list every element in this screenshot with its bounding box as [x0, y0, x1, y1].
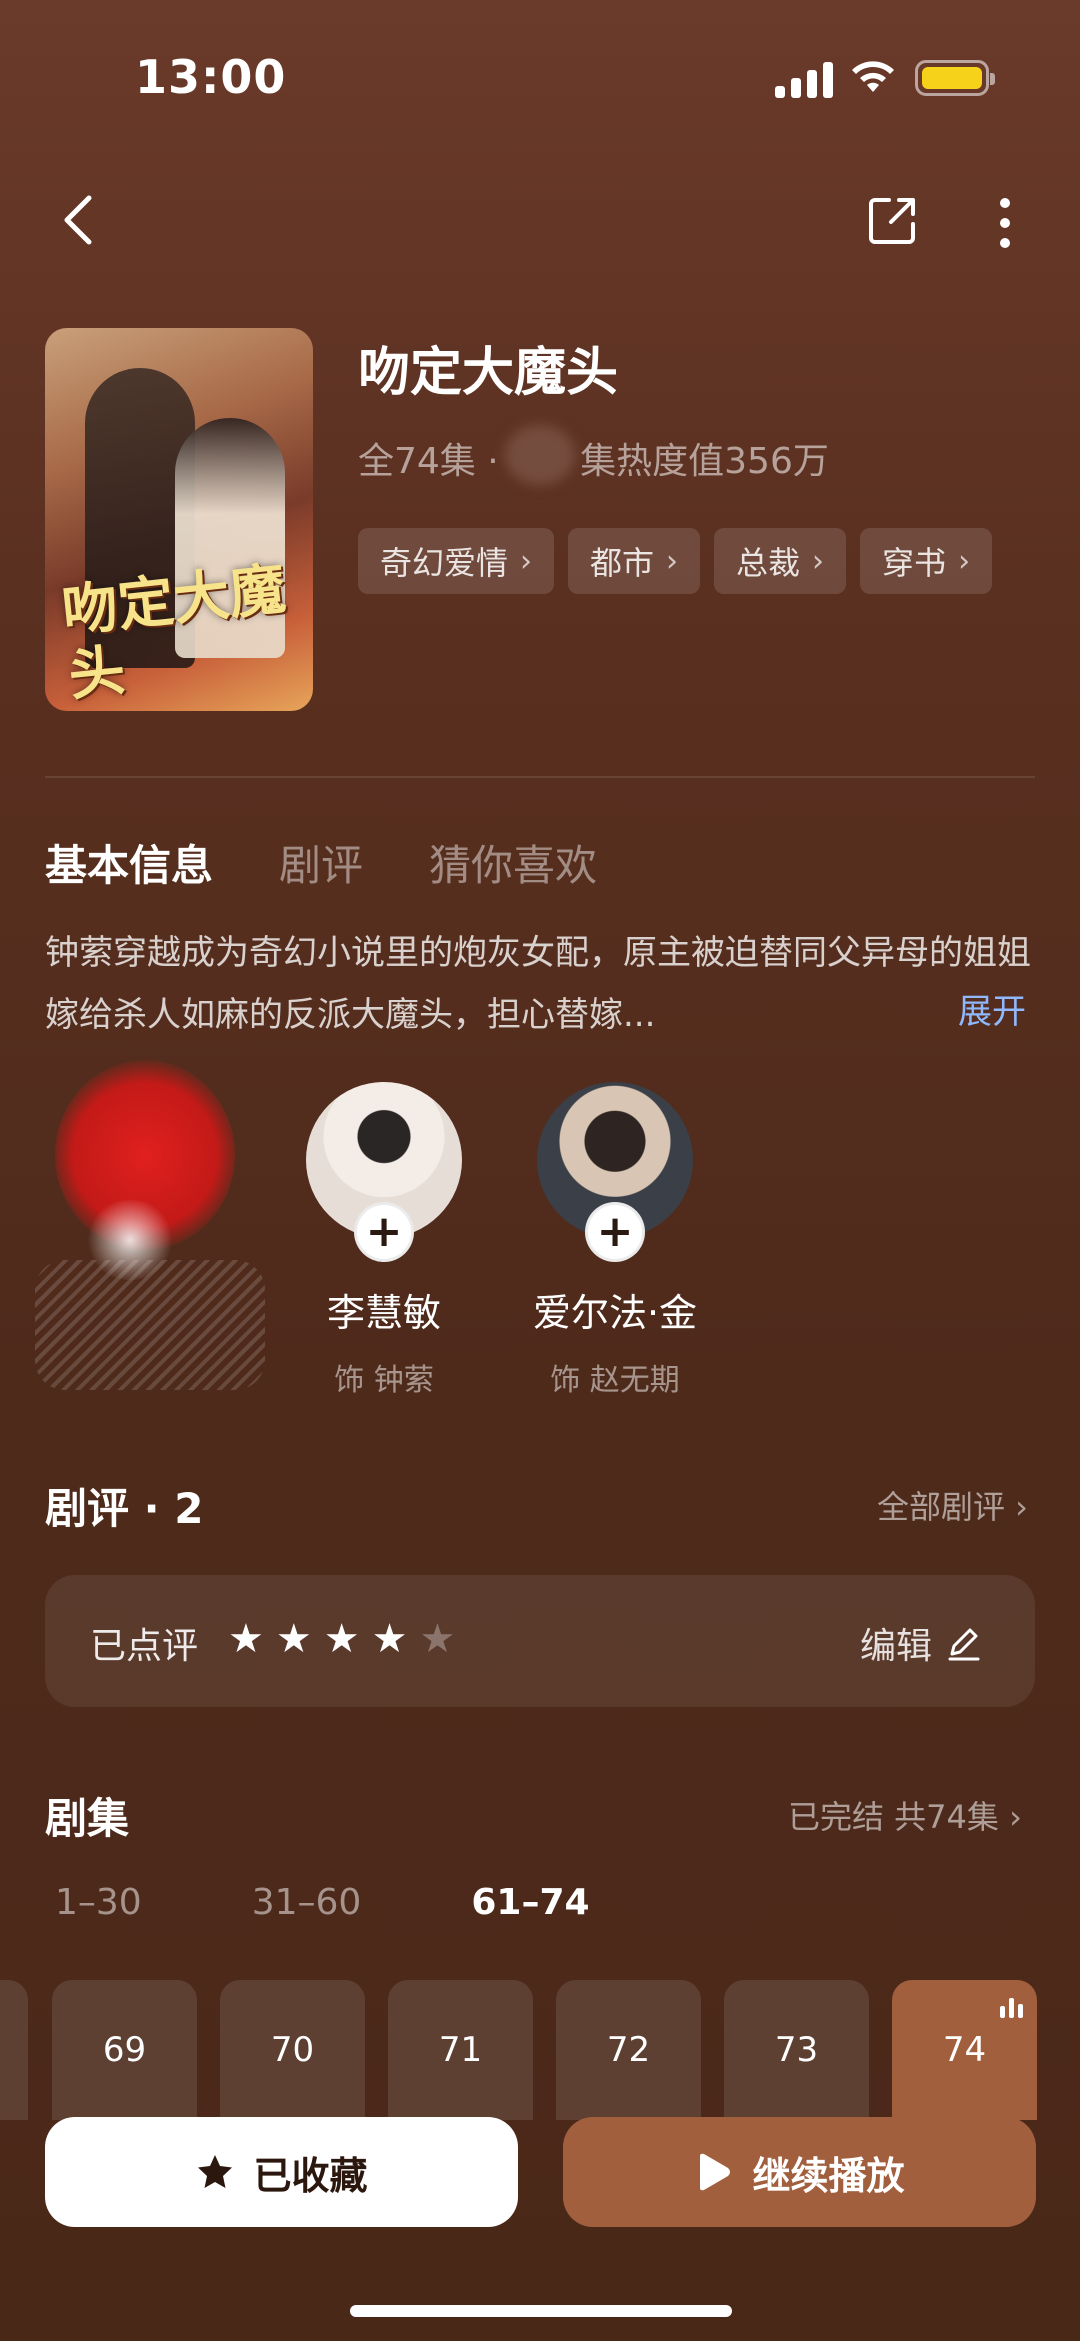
- episode-item[interactable]: 71: [388, 1980, 533, 2120]
- cast-name: 爱尔法·金: [532, 1291, 698, 1335]
- chevron-right-icon: ›: [520, 543, 533, 579]
- synopsis-text: 钟萦穿越成为奇幻小说里的炮灰女配，原主被迫替同父异母的姐姐嫁给杀人如麻的反派大魔…: [45, 933, 1031, 1035]
- tag-label: 都市: [590, 544, 655, 582]
- episode-item-partial[interactable]: [0, 1980, 28, 2120]
- continue-play-button[interactable]: 继续播放: [563, 2117, 1036, 2227]
- divider: [45, 776, 1035, 778]
- chevron-right-icon: ›: [666, 543, 679, 579]
- star-empty-icon[interactable]: ★: [419, 1617, 455, 1661]
- cast-member[interactable]: + 爱尔法·金 饰 赵无期: [515, 1082, 715, 1399]
- cover-title: 吻定大魔头: [58, 555, 289, 709]
- battery-icon: [915, 60, 995, 96]
- cast-member[interactable]: + 李慧敏 饰 钟萦: [284, 1082, 484, 1399]
- play-icon: [700, 2153, 731, 2191]
- star-filled-icon[interactable]: ★: [276, 1617, 312, 1661]
- tag-item[interactable]: 穿书 ›: [860, 528, 993, 594]
- home-indicator[interactable]: [350, 2305, 732, 2317]
- tag-label: 总裁: [736, 544, 801, 582]
- avatar[interactable]: +: [306, 1082, 462, 1262]
- tab-recommendations[interactable]: 猜你喜欢: [429, 832, 597, 893]
- episode-item[interactable]: 73: [724, 1980, 869, 2120]
- star-filled-icon[interactable]: ★: [228, 1617, 264, 1661]
- tag-item[interactable]: 总裁 ›: [714, 528, 847, 594]
- playing-icon: [1000, 1998, 1023, 2018]
- chevron-right-icon: ›: [958, 543, 971, 579]
- follow-plus-icon[interactable]: +: [585, 1202, 645, 1262]
- redacted-blur: [505, 425, 575, 485]
- tab-basic-info[interactable]: 基本信息: [45, 832, 213, 893]
- status-time: 13:00: [135, 50, 287, 104]
- wifi-icon: [852, 61, 894, 92]
- star-icon: [198, 2155, 233, 2188]
- tag-list: 奇幻爱情 › 都市 › 总裁 › 穿书 ›: [358, 528, 993, 594]
- redacted-cast-member: [35, 1060, 265, 1400]
- tag-item[interactable]: 都市 ›: [568, 528, 701, 594]
- range-tab[interactable]: 31–60: [252, 1882, 362, 1923]
- all-reviews-link[interactable]: 全部剧评 ›: [877, 1482, 1028, 1528]
- episode-item[interactable]: 72: [556, 1980, 701, 2120]
- more-icon[interactable]: [985, 195, 1025, 251]
- reviews-title: 剧评 · 2: [45, 1484, 204, 1533]
- tag-item[interactable]: 奇幻爱情 ›: [358, 528, 555, 594]
- tag-label: 奇幻爱情: [380, 544, 509, 582]
- tab-reviews[interactable]: 剧评: [279, 832, 363, 893]
- episode-item[interactable]: 69: [52, 1980, 197, 2120]
- episodes-title: 剧集: [45, 1794, 130, 1843]
- range-tab-active[interactable]: 61–74: [471, 1882, 589, 1923]
- star-filled-icon[interactable]: ★: [324, 1617, 360, 1661]
- show-title: 吻定大魔头: [358, 343, 619, 403]
- edit-review-button[interactable]: 编辑: [860, 1617, 982, 1669]
- pencil-icon: [948, 1628, 980, 1661]
- star-rating[interactable]: ★ ★ ★ ★ ★: [228, 1617, 455, 1661]
- cast-name: 李慧敏: [326, 1291, 441, 1335]
- episode-count: 全74集 ·: [358, 441, 511, 482]
- episode-strip: 69 70 71 72 73 74: [0, 1980, 1080, 2120]
- cast-role: 饰 赵无期: [550, 1363, 680, 1398]
- favorite-button[interactable]: 已收藏: [45, 2117, 518, 2227]
- tab-bar: 基本信息 剧评 猜你喜欢: [45, 832, 597, 893]
- avatar[interactable]: +: [537, 1082, 693, 1262]
- episode-item-current[interactable]: 74: [892, 1980, 1037, 2120]
- episodes-status-link[interactable]: 已完结 共74集 ›: [788, 1792, 1022, 1838]
- range-tab[interactable]: 1–30: [55, 1882, 142, 1923]
- episode-item[interactable]: 70: [220, 1980, 365, 2120]
- cast-role: 饰 钟萦: [334, 1363, 434, 1398]
- show-meta: 全74集 · 集热度值356万: [358, 432, 829, 484]
- rated-label: 已点评: [90, 1626, 199, 1667]
- heat-value: 集热度值356万: [580, 441, 829, 482]
- expand-link[interactable]: 展开: [958, 984, 1026, 1033]
- favorite-label: 已收藏: [253, 2153, 368, 2198]
- edit-label: 编辑: [860, 1626, 933, 1667]
- star-filled-icon[interactable]: ★: [372, 1617, 408, 1661]
- follow-plus-icon[interactable]: +: [354, 1202, 414, 1262]
- back-icon[interactable]: [55, 190, 105, 250]
- play-label: 继续播放: [752, 2153, 905, 2198]
- chevron-right-icon: ›: [812, 543, 825, 579]
- episode-number: 74: [942, 2030, 987, 2070]
- tag-label: 穿书: [882, 544, 947, 582]
- episode-range-tabs: 1–30 31–60 61–74: [55, 1882, 590, 1923]
- cover-image[interactable]: 吻定大魔头: [45, 328, 313, 711]
- signal-icon: [775, 58, 833, 98]
- share-icon[interactable]: [865, 192, 921, 248]
